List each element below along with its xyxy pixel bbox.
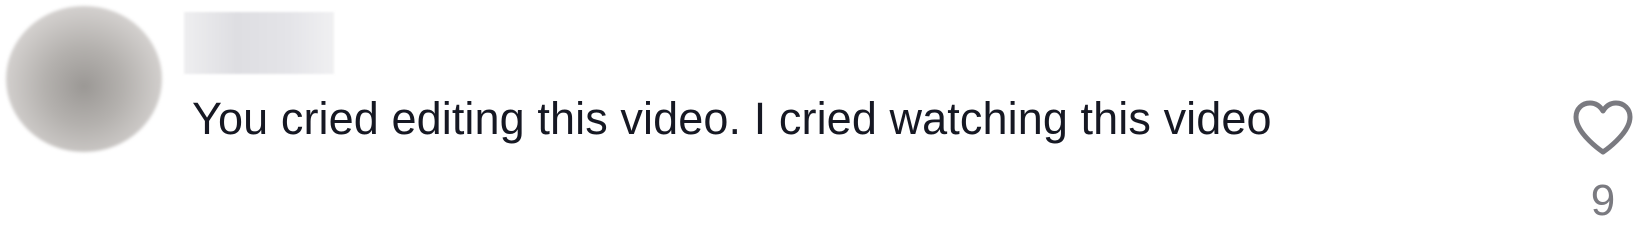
heart-outline-icon[interactable] bbox=[1572, 100, 1634, 156]
avatar[interactable] bbox=[6, 6, 162, 152]
username-redacted[interactable] bbox=[184, 12, 334, 74]
comment-text: You cried editing this video. I cried wa… bbox=[192, 93, 1272, 144]
like-count: 9 bbox=[1590, 176, 1616, 225]
comment-item: You cried editing this video. I cried wa… bbox=[0, 0, 1640, 242]
